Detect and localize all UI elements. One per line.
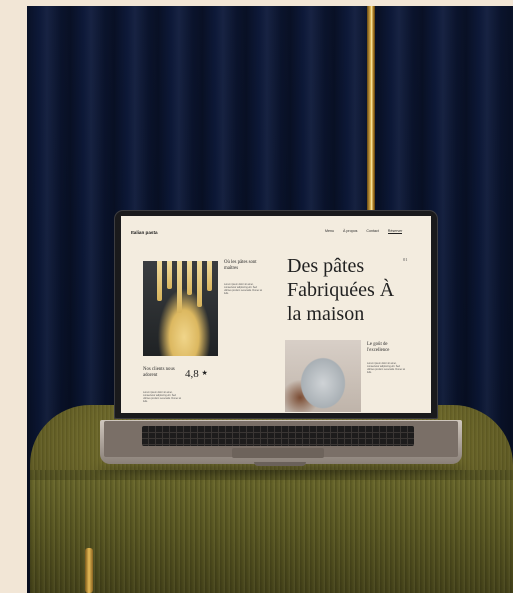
site-nav: Menu À propos Contact Réserver [325, 229, 403, 234]
ottoman-body [30, 470, 513, 593]
body-text-a: Lorem ipsum dolor sit amet, consectetur … [224, 283, 263, 295]
cooking-image [285, 340, 361, 412]
laptop-screen: Italian pasta Menu À propos Contact Rése… [121, 216, 431, 413]
nav-menu: Menu [325, 229, 334, 233]
laptop-lip [254, 462, 306, 466]
nav-contact: Contact [366, 229, 379, 233]
gold-pole [367, 6, 375, 222]
pasta-image [143, 261, 218, 356]
hero-title: Des pâtes Fabriquées À la maison [287, 255, 395, 325]
trackpad [232, 448, 324, 458]
keyboard [142, 426, 414, 446]
rating: 4,8 ★ [185, 368, 208, 380]
clients-label: Nos clients nous adorent [143, 367, 175, 378]
star-icon: ★ [201, 369, 208, 377]
nav-about: À propos [343, 229, 358, 233]
hero-number: 01 [403, 257, 408, 262]
nav-reserve: Réserver [387, 229, 403, 234]
ottoman-leg [85, 548, 93, 593]
caption-excellence: Le goût de l'excellence [367, 342, 390, 353]
rating-value: 4,8 [185, 368, 199, 380]
site-logo: Italian pasta [131, 230, 158, 235]
caption-pasta: Où les pâtes sont maîtres [224, 260, 257, 271]
body-text-b: Lorem ipsum dolor sit amet, consectetur … [367, 362, 406, 374]
body-text-c: Lorem ipsum dolor sit amet, consectetur … [143, 391, 182, 403]
